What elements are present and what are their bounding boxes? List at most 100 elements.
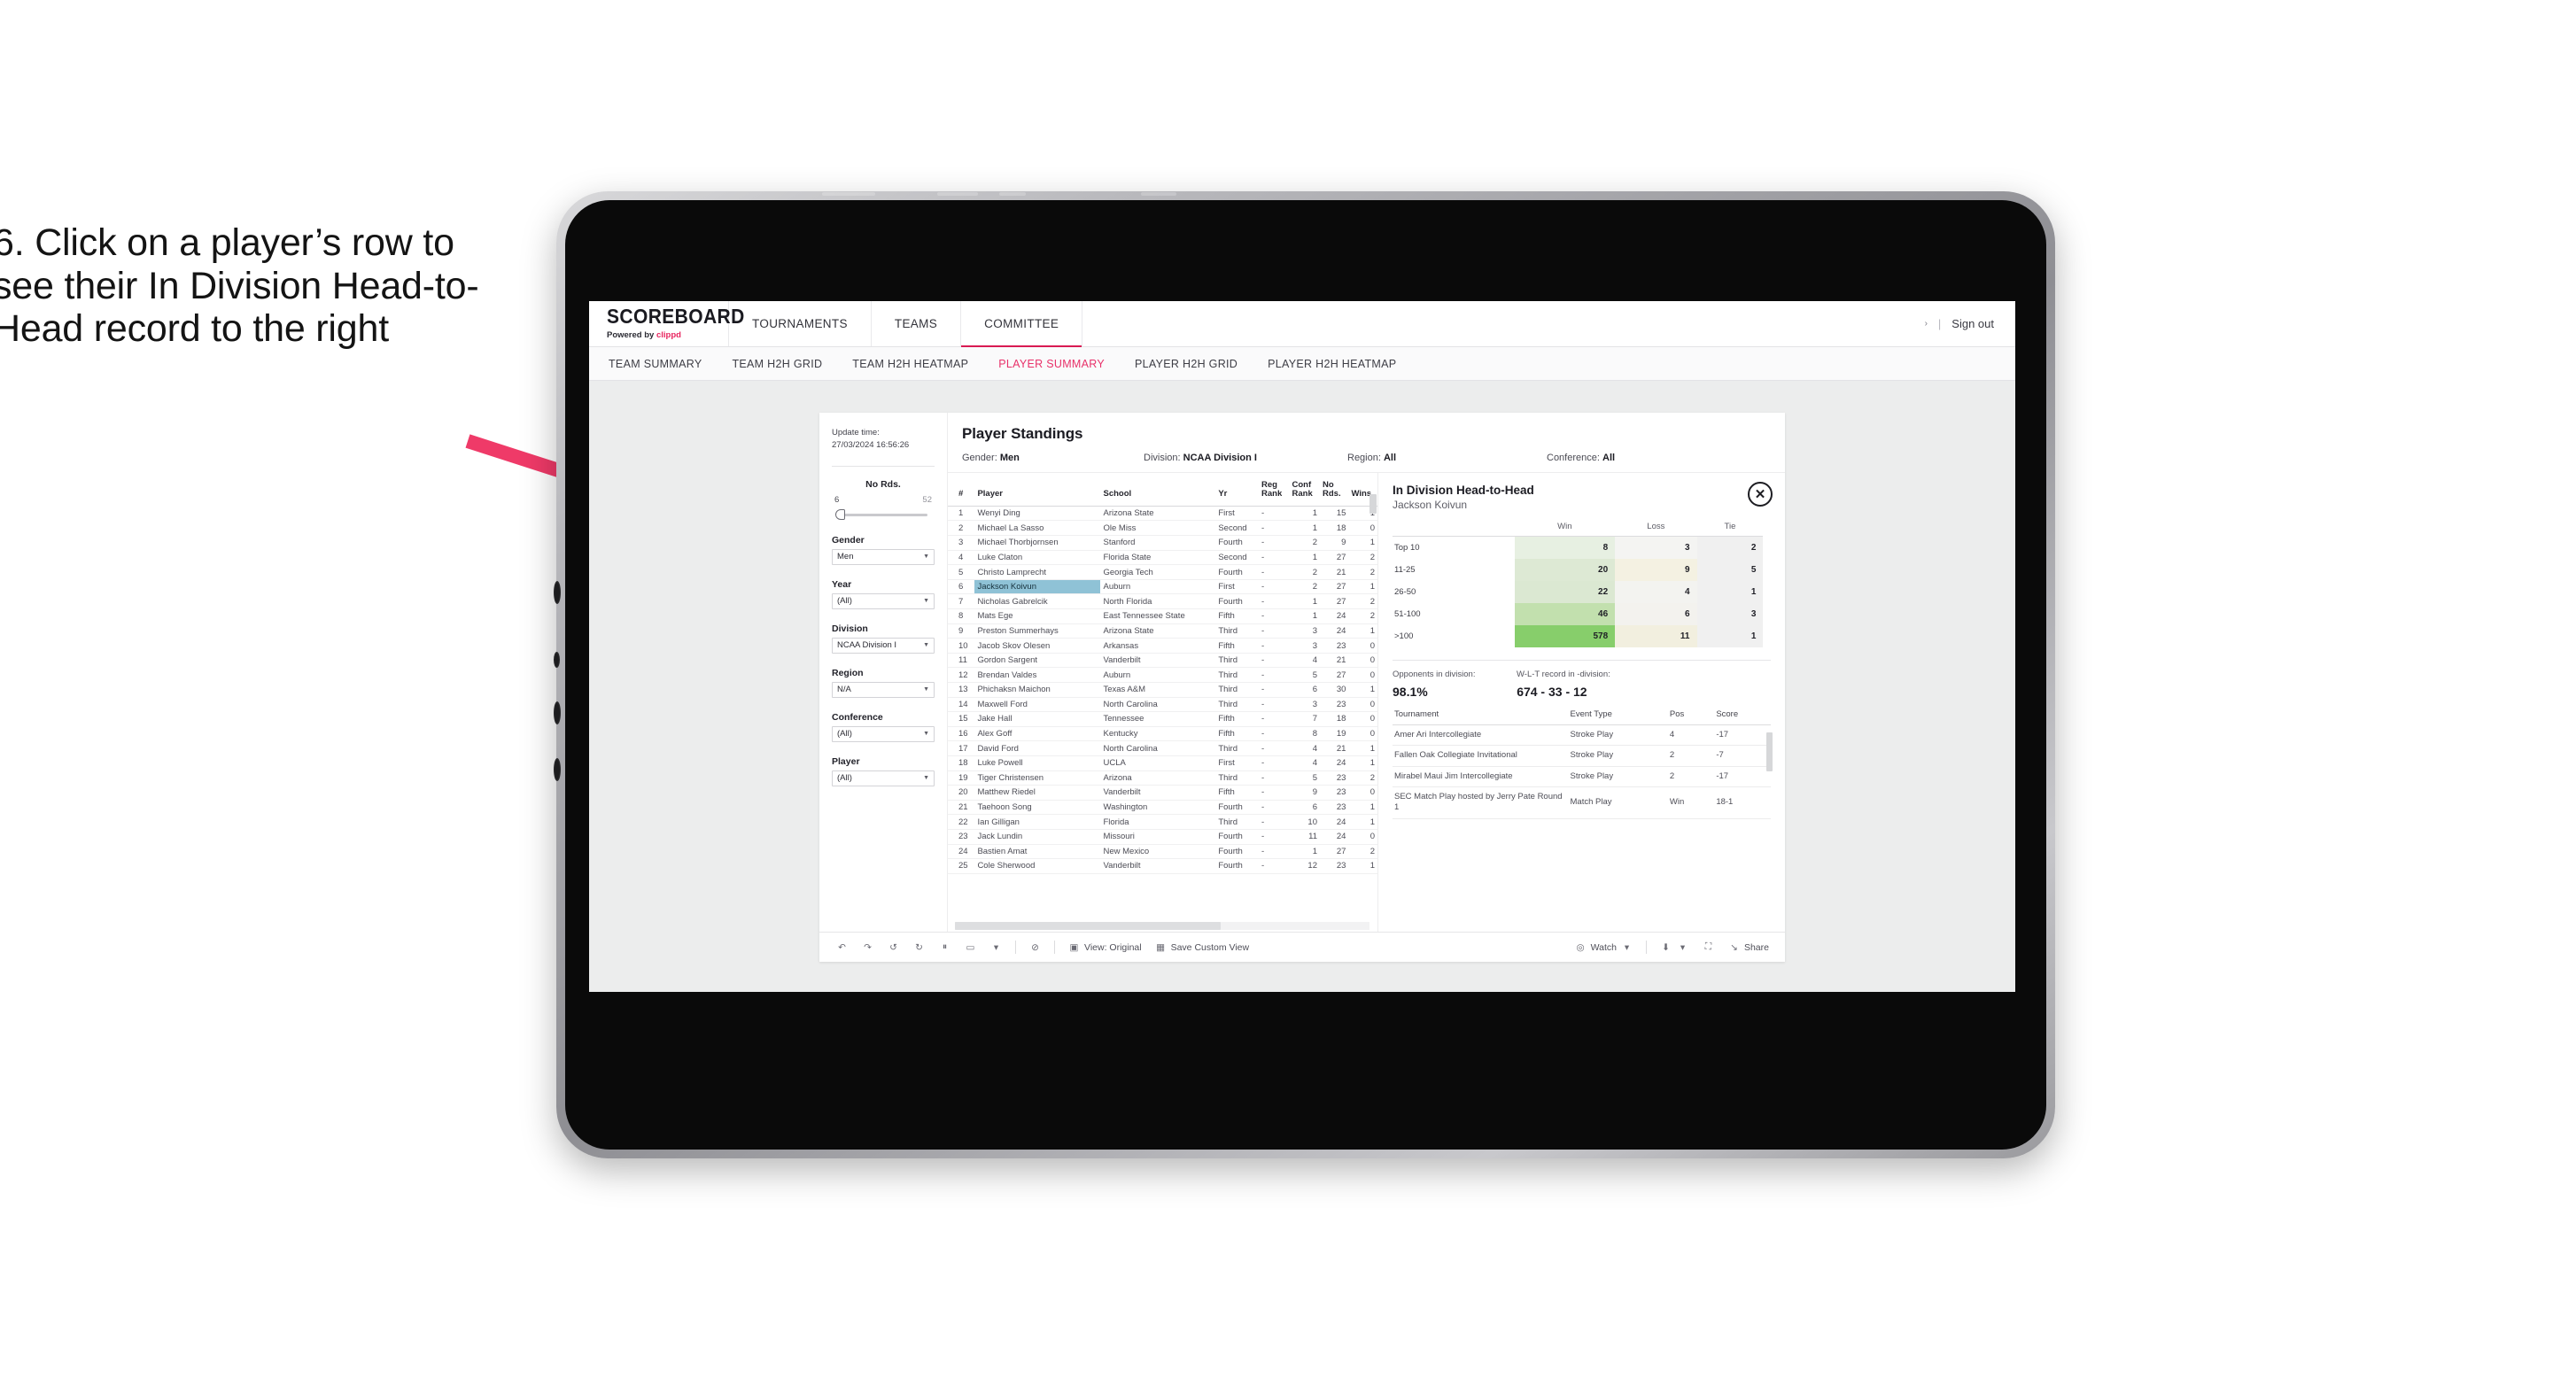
zoom-icon[interactable]: ⊘ (1028, 941, 1042, 954)
shape-icon[interactable]: ▭ (964, 941, 977, 954)
cell-school: Tennessee (1100, 711, 1216, 727)
filter-division-select[interactable]: NCAA Division I ▼ (832, 637, 935, 654)
h2h-cell-win: 46 (1514, 603, 1616, 625)
tab-team-h2h-grid[interactable]: TEAM H2H GRID (732, 358, 822, 370)
table-row[interactable]: 21 Taehoon Song Washington Fourth -6 23 1 (948, 800, 1377, 816)
brand-tagline: Powered by clippd (607, 330, 728, 340)
table-row[interactable]: 5 Christo Lamprecht Georgia Tech Fourth -2 21… (948, 564, 1377, 580)
close-icon[interactable]: ✕ (1748, 482, 1773, 507)
table-row[interactable]: 12 Brendan Valdes Auburn Third -5 27 0 (948, 667, 1377, 683)
cell-wins: 0 (1348, 653, 1377, 669)
shape-dropdown-caret-icon[interactable]: ▾ (989, 941, 1003, 954)
cell-conf-rank: 1 (1289, 506, 1320, 522)
cell-year: Fourth (1215, 564, 1260, 580)
col-no-rds[interactable]: No Rds. (1320, 478, 1349, 507)
horizontal-scrollbar-thumb[interactable] (955, 922, 1221, 930)
filter-year-select[interactable]: (All) ▼ (832, 592, 935, 609)
cell-rank: 15 (948, 711, 975, 727)
cell-year: Second (1215, 520, 1260, 537)
tournament-row[interactable]: SEC Match Play hosted by Jerry Pate Roun… (1393, 786, 1771, 819)
brand-logo[interactable]: SCOREBOARD Powered by clippd (589, 301, 745, 346)
table-row[interactable]: 1Wenyi DingArizona StateFirst-1151 (948, 506, 1377, 522)
watch-button[interactable]: ◎ Watch ▾ (1574, 941, 1633, 954)
table-row[interactable]: 3 Michael Thorbjornsen Stanford Fourth -2 9 1 (948, 535, 1377, 551)
table-row[interactable]: 11 Gordon Sargent Vanderbilt Third -4 21 0 (948, 653, 1377, 669)
col-school[interactable]: School (1100, 478, 1216, 507)
filter-gender-select[interactable]: Men ▼ (832, 548, 935, 565)
slider-handle[interactable] (835, 508, 845, 520)
tab-player-summary[interactable]: PLAYER SUMMARY (998, 358, 1105, 370)
cell-school: North Carolina (1100, 740, 1216, 756)
table-row[interactable]: 9 Preston Summerhays Arizona State Third -3 2… (948, 623, 1377, 639)
player-table-wrapper: # Player School Yr Reg Rank Conf Rank No… (948, 473, 1377, 932)
filter-region-select[interactable]: N/A ▼ (832, 681, 935, 698)
table-row[interactable]: 19 Tiger Christensen Arizona Third -5 23 2 (948, 770, 1377, 786)
tab-team-summary[interactable]: TEAM SUMMARY (609, 358, 702, 370)
table-row[interactable]: 7 Nicholas Gabrelcik North Florida Fourth -1… (948, 593, 1377, 610)
undo-icon[interactable]: ↶ (835, 941, 849, 954)
tab-player-h2h-grid[interactable]: PLAYER H2H GRID (1135, 358, 1238, 370)
tournament-row[interactable]: Fallen Oak Collegiate Invitational Stroke… (1393, 745, 1771, 767)
table-row[interactable]: 16 Alex Goff Kentucky Fifth -8 19 0 (948, 726, 1377, 742)
col-rank[interactable]: # (948, 478, 975, 507)
tournament-row[interactable]: Mirabel Maui Jim Intercollegiate Stroke P… (1393, 766, 1771, 788)
col-reg-rank[interactable]: Reg Rank (1259, 478, 1290, 507)
share-label: Share (1743, 941, 1769, 953)
tournament-scrollbar-thumb[interactable] (1766, 732, 1773, 771)
revert-icon[interactable]: ↺ (887, 941, 900, 954)
table-row[interactable]: 18 Luke Powell UCLA First -4 24 1 (948, 755, 1377, 771)
table-row[interactable]: 10 Jacob Skov Olesen Arkansas Fifth -3 23 0 (948, 638, 1377, 654)
fullscreen-icon[interactable]: ⛶ (1702, 941, 1715, 954)
col-conf-rank[interactable]: Conf Rank (1289, 478, 1320, 507)
filter-player-label: Player (832, 755, 860, 767)
cell-school: Georgia Tech (1100, 564, 1216, 580)
tournament-row[interactable]: Amer Ari Intercollegiate Stroke Play 4 -17 (1393, 724, 1771, 747)
cell-no-rds: 9 (1320, 535, 1349, 551)
stat-wlt-record: W-L-T record in -division: 674 - 33 - 12 (1517, 670, 1610, 699)
nav-item-committee[interactable]: COMMITTEE (961, 301, 1083, 347)
h2h-header-row: Win Loss Tie (1393, 522, 1764, 537)
table-row[interactable]: 23 Jack Lundin Missouri Fourth -11 24 0 (948, 829, 1377, 845)
table-row[interactable]: 20 Matthew Riedel Vanderbilt Fifth -9 23 0 (948, 785, 1377, 801)
table-row[interactable]: 14 Maxwell Ford North Carolina Third -3 23 0 (948, 697, 1377, 713)
tab-player-h2h-heatmap[interactable]: PLAYER H2H HEATMAP (1268, 358, 1396, 370)
update-time-value: 27/03/2024 16:56:26 (832, 439, 910, 450)
filter-year-label: Year (832, 578, 852, 590)
filter-player-select[interactable]: (All) ▼ (832, 770, 935, 786)
table-row[interactable]: 15 Jake Hall Tennessee Fifth -7 18 0 (948, 711, 1377, 727)
refresh-icon[interactable]: ↻ (912, 941, 926, 954)
table-row[interactable]: 2 Michael La Sasso Ole Miss Second -1 18 0 (948, 520, 1377, 537)
save-custom-view-button[interactable]: ▦ Save Custom View (1154, 941, 1249, 954)
cell-school: Stanford (1100, 535, 1216, 551)
table-row[interactable]: 24 Bastien Amat New Mexico Fourth -1 27 2 (948, 844, 1377, 860)
table-row[interactable]: 8 Mats Ege East Tennessee State Fifth -1 24 2 (948, 608, 1377, 624)
table-row[interactable]: 6 Jackson Koivun Auburn First -2 27 1 (948, 579, 1377, 595)
download-button[interactable]: ⬇ ▾ (1659, 941, 1689, 954)
pause-icon[interactable]: ⏸ (938, 941, 951, 954)
h2h-row-label: 26-50 (1393, 581, 1515, 603)
chevron-right-icon[interactable]: › (1925, 319, 1928, 329)
sign-out-button[interactable]: Sign out (1951, 317, 1994, 330)
brand-name: SCOREBOARD (607, 305, 745, 329)
nav-item-tournaments[interactable]: TOURNAMENTS (729, 301, 872, 346)
redo-icon[interactable]: ↷ (861, 941, 874, 954)
nav-item-teams[interactable]: TEAMS (872, 301, 962, 346)
col-year[interactable]: Yr (1215, 478, 1260, 507)
update-time-label: Update time: (832, 428, 880, 437)
vertical-scrollbar-thumb[interactable] (1369, 494, 1377, 514)
table-row[interactable]: 4 Luke Claton Florida State Second -1 27 2 (948, 550, 1377, 566)
summary-region-label: Region: (1347, 453, 1381, 463)
cell-no-rds: 27 (1320, 550, 1349, 566)
table-row[interactable]: 25 Cole Sherwood Vanderbilt Fourth -12 23 1 (948, 858, 1377, 874)
cell-player: Jack Lundin (974, 829, 1101, 845)
col-player[interactable]: Player (974, 478, 1101, 507)
standings-summary: Gender: Men Division: NCAA Division I Re… (962, 453, 1785, 463)
table-row[interactable]: 13 Phichaksn Maichon Texas A&M Third -6 30 1 (948, 682, 1377, 698)
tab-team-h2h-heatmap[interactable]: TEAM H2H HEATMAP (852, 358, 968, 370)
filter-conference-select[interactable]: (All) ▼ (832, 725, 935, 742)
view-original-button[interactable]: ▣ View: Original (1067, 941, 1142, 954)
no-rounds-slider[interactable] (832, 508, 935, 521)
table-row[interactable]: 22 Ian Gilligan Florida Third -10 24 1 (948, 814, 1377, 830)
table-row[interactable]: 17 David Ford North Carolina Third -4 21 1 (948, 740, 1377, 756)
share-button[interactable]: ↘ Share (1727, 941, 1769, 954)
